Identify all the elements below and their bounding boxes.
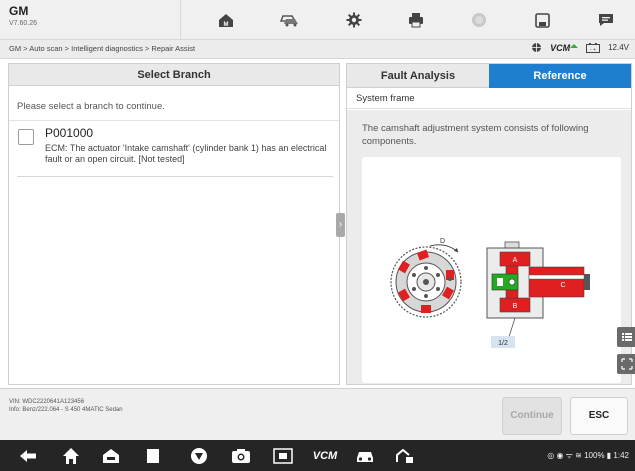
expand-button[interactable]	[617, 354, 635, 374]
select-branch-panel: Select Branch Please select a branch to …	[8, 63, 340, 385]
chevron-right-icon: ›	[338, 219, 343, 230]
home-nav-button[interactable]	[60, 445, 82, 467]
reference-description: The camshaft adjustment system consists …	[362, 123, 589, 147]
car-home-button[interactable]	[100, 445, 122, 467]
brand-name: GM	[9, 4, 29, 18]
branch-item[interactable]: P001000 ECM: The actuator 'Intake camsha…	[17, 126, 333, 174]
save-icon	[534, 12, 550, 28]
screenshot-icon	[273, 448, 293, 464]
home-button[interactable]: M	[211, 0, 241, 40]
list-icon	[622, 333, 632, 341]
brand: GM V7.60.26	[9, 4, 37, 29]
chat-button[interactable]	[589, 0, 623, 40]
settings-icon	[346, 12, 362, 28]
branch-checkbox[interactable]	[18, 129, 34, 145]
label-c: C	[560, 282, 565, 289]
breadcrumb-bar: GM > Auto scan > Intelligent diagnostics…	[0, 40, 635, 59]
connection-globe-icon	[532, 43, 542, 52]
chat-icon	[599, 14, 613, 26]
label-a: A	[513, 257, 518, 264]
page-indicator: 1/2	[498, 340, 508, 347]
remote-help-button[interactable]	[394, 445, 416, 467]
system-nav-bar: VCM ◎ ◉ ᯤ ≋ 100% ▮ 1:42	[0, 440, 635, 471]
esc-button[interactable]: ESC	[570, 397, 628, 435]
recent-apps-button[interactable]	[142, 445, 164, 467]
info-tabs: Fault Analysis Reference	[347, 64, 631, 88]
back-arrow-icon	[20, 450, 36, 462]
help-icon	[472, 13, 486, 27]
tab-fault-analysis[interactable]: Fault Analysis	[347, 64, 489, 88]
tab-reference[interactable]: Reference	[489, 64, 631, 88]
browser-button[interactable]	[188, 445, 210, 467]
reference-body: The camshaft adjustment system consists …	[347, 110, 635, 384]
list-view-button[interactable]	[617, 327, 635, 347]
app-root: GM V7.60.26 M GM > Auto scan > Intellige…	[0, 0, 635, 471]
top-toolbar: GM V7.60.26 M	[0, 0, 635, 40]
home-icon: M	[219, 14, 233, 28]
divider	[9, 120, 339, 121]
back-button[interactable]	[17, 445, 39, 467]
vehicle-swap-icon	[279, 15, 298, 27]
svg-text:M: M	[224, 22, 229, 28]
vehicle-swap-button[interactable]	[272, 0, 306, 40]
wifi-icon: ◎ ◉ ᯤ ≋	[547, 451, 585, 460]
camera-button[interactable]	[230, 445, 252, 467]
car-icon	[357, 452, 373, 462]
car-button[interactable]	[354, 445, 376, 467]
status-area: VCM - + 12.4V	[531, 42, 629, 53]
branch-description: ECM: The actuator 'Intake camshaft' (cyl…	[45, 143, 327, 164]
divider	[17, 176, 333, 177]
breadcrumb: GM > Auto scan > Intelligent diagnostics…	[9, 44, 196, 53]
continue-button[interactable]: Continue	[502, 397, 562, 435]
section-title: System frame	[347, 88, 631, 109]
info-panel: Fault Analysis Reference System frame Th…	[346, 63, 635, 385]
panel-collapse-handle[interactable]: ›	[336, 213, 345, 237]
screenshot-button[interactable]	[272, 445, 294, 467]
voltage-readout: 12.4V	[608, 43, 629, 52]
branch-code: P001000	[45, 126, 94, 140]
reference-image[interactable]: D A B C 1/2	[362, 157, 635, 383]
vcm-link-icon	[570, 43, 579, 48]
panel-title: Select Branch	[9, 64, 339, 86]
car-home-icon	[103, 449, 119, 463]
recent-apps-icon	[147, 449, 159, 463]
home-icon	[63, 448, 79, 464]
print-button[interactable]	[401, 0, 431, 40]
battery-icon: - +	[586, 42, 601, 53]
vehicle-info: VIN: WDC2220641A123456 Info: Benz/222.06…	[9, 398, 123, 414]
version-label: V7.60.26	[9, 20, 38, 27]
vcm-nav-label: VCM	[312, 450, 338, 462]
vehicle-model: Info: Benz/222.064 - S 450 4MATIC Sedan	[9, 407, 123, 413]
clock: 1:42	[613, 451, 629, 460]
help-button[interactable]	[464, 0, 494, 40]
print-icon	[409, 13, 423, 28]
vcm-label: VCM	[550, 42, 571, 53]
toolbar-divider	[180, 0, 181, 40]
expand-icon	[621, 358, 633, 370]
battery-level: 100%	[584, 451, 605, 460]
branch-prompt: Please select a branch to continue.	[17, 101, 165, 112]
remote-help-icon	[396, 448, 413, 463]
vcm-nav-button[interactable]: VCM	[310, 445, 340, 467]
svg-text:- +: - +	[590, 47, 596, 53]
label-d: D	[440, 238, 445, 245]
label-b: B	[513, 303, 518, 310]
vin-label: VIN: WDC2220641A123456	[9, 399, 85, 405]
save-button[interactable]	[527, 0, 557, 40]
browser-icon	[191, 448, 207, 464]
vcm-status: VCM	[550, 42, 579, 53]
system-status: ◎ ◉ ᯤ ≋ 100% ▮ 1:42	[547, 450, 629, 461]
settings-button[interactable]	[339, 0, 369, 40]
camshaft-system-diagram: D A B C 1/2	[390, 238, 590, 348]
footer-bar: VIN: WDC2220641A123456 Info: Benz/222.06…	[0, 388, 635, 440]
camera-icon	[232, 449, 250, 463]
